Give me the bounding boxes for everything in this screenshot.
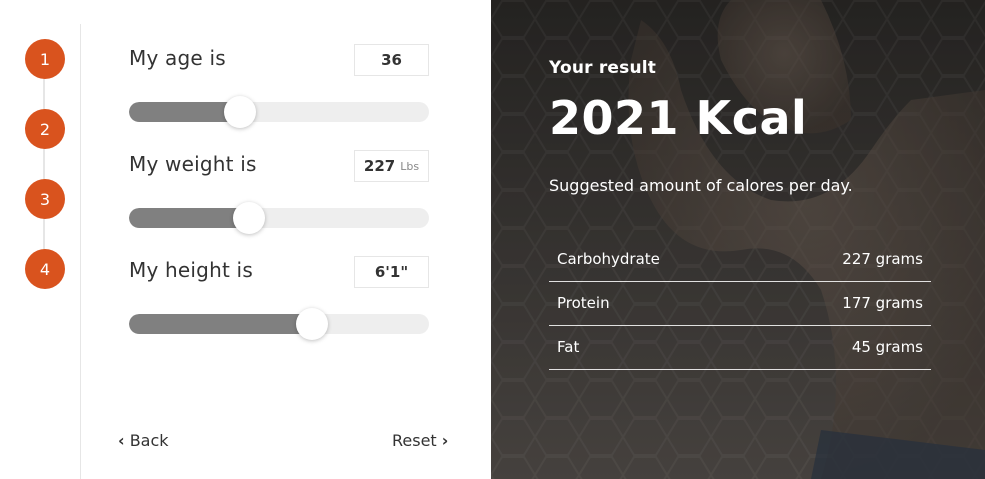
height-slider-track[interactable]: [129, 314, 429, 334]
back-button[interactable]: ‹ Back: [118, 431, 169, 450]
weight-unit: Lbs: [400, 159, 420, 173]
input-panel: 1 2 3 4 My age is 36 My weight is 227 Lbs…: [0, 0, 491, 479]
macro-name: Protein: [557, 294, 610, 312]
steps-divider: [80, 24, 81, 479]
age-slider-track[interactable]: [129, 102, 429, 122]
result-heading: Your result: [549, 58, 657, 78]
age-value-field[interactable]: 36: [354, 44, 429, 76]
weight-value-field[interactable]: 227 Lbs: [354, 150, 429, 182]
weight-value: 227: [363, 157, 396, 175]
age-slider-thumb[interactable]: [224, 96, 256, 128]
reset-button[interactable]: Reset ›: [392, 431, 448, 450]
macro-name: Carbohydrate: [557, 250, 660, 268]
step-1-indicator[interactable]: 1: [25, 39, 65, 79]
macro-amount: 45 grams: [851, 338, 923, 356]
weight-label: My weight is: [129, 152, 257, 176]
step-connector: [43, 58, 45, 268]
height-slider-thumb[interactable]: [296, 308, 328, 340]
macro-row-carbohydrate: Carbohydrate 227 grams: [549, 237, 931, 282]
step-2-indicator[interactable]: 2: [25, 109, 65, 149]
weight-slider-fill: [129, 208, 249, 228]
suggestion-text: Suggested amount of calores per day.: [549, 176, 853, 195]
height-value: 6'1": [374, 263, 409, 281]
weight-slider-thumb[interactable]: [233, 202, 265, 234]
calorie-calculator: 1 2 3 4 My age is 36 My weight is 227 Lbs…: [0, 0, 985, 479]
result-content: Your result 2021 Kcal Suggested amount o…: [549, 0, 931, 479]
macro-row-fat: Fat 45 grams: [549, 325, 931, 370]
age-value: 36: [381, 51, 402, 69]
step-3-indicator[interactable]: 3: [25, 179, 65, 219]
back-label: Back: [129, 431, 169, 450]
weight-slider-track[interactable]: [129, 208, 429, 228]
macro-amount: 177 grams: [842, 294, 923, 312]
chevron-right-icon: ›: [441, 431, 449, 450]
kcal-value: 2021 Kcal: [549, 91, 808, 145]
age-label: My age is: [129, 46, 226, 70]
reset-label: Reset: [392, 431, 437, 450]
height-value-field[interactable]: 6'1": [354, 256, 429, 288]
result-panel: Your result 2021 Kcal Suggested amount o…: [491, 0, 985, 479]
macro-name: Fat: [557, 338, 580, 356]
chevron-left-icon: ‹: [118, 431, 125, 450]
height-label: My height is: [129, 258, 253, 282]
step-4-indicator[interactable]: 4: [25, 249, 65, 289]
macro-amount: 227 grams: [842, 250, 923, 268]
height-slider-fill: [129, 314, 312, 334]
macro-row-protein: Protein 177 grams: [549, 281, 931, 326]
